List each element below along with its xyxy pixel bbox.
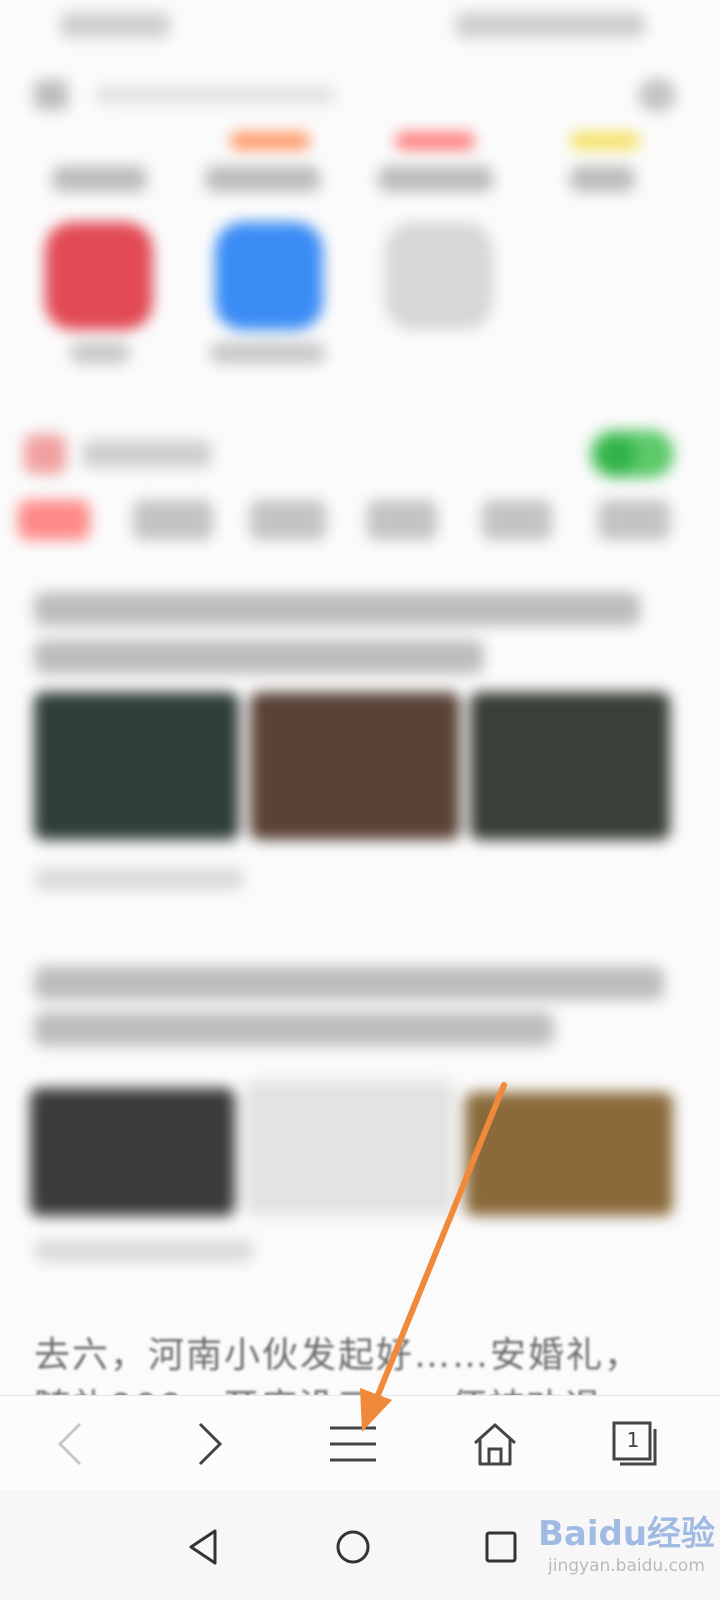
annotation-arrow (360, 1082, 507, 1432)
